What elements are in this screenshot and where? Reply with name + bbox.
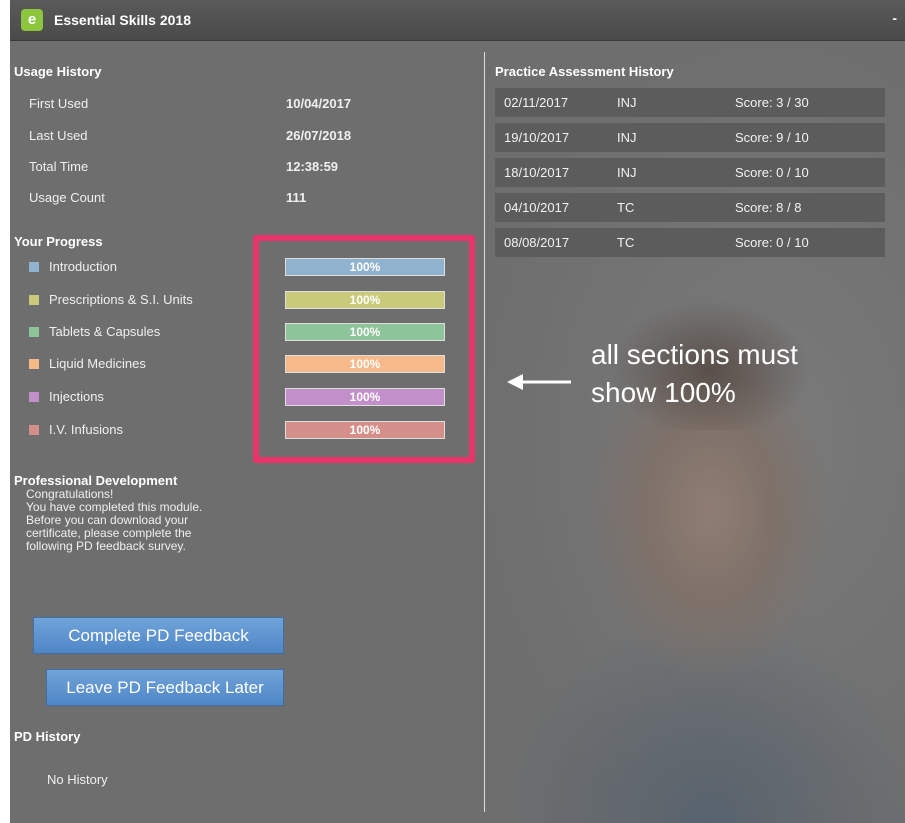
progress-color-swatch bbox=[29, 359, 39, 369]
assessment-date: 08/08/2017 bbox=[504, 235, 570, 250]
progress-label-liquid-medicines: Liquid Medicines bbox=[49, 356, 146, 371]
pd-message-line: following PD feedback survey. bbox=[26, 539, 186, 553]
progress-color-swatch bbox=[29, 295, 39, 305]
your-progress-title: Your Progress bbox=[14, 234, 103, 249]
pd-message: Congratulations! You have completed this… bbox=[26, 488, 286, 553]
assessment-date: 18/10/2017 bbox=[504, 165, 570, 180]
usage-label-total-time: Total Time bbox=[29, 159, 89, 174]
assessment-type: TC bbox=[617, 235, 635, 250]
usage-value-total-time: 12:38:59 bbox=[286, 159, 339, 174]
assessment-row: 08/08/2017 TC Score: 0 / 10 bbox=[495, 228, 885, 257]
progress-label-injections: Injections bbox=[49, 389, 104, 404]
assessment-row: 02/11/2017 INJ Score: 3 / 30 bbox=[495, 88, 885, 117]
assessment-score: Score: 0 / 10 bbox=[735, 165, 809, 180]
progress-label-tablets-capsules: Tablets & Capsules bbox=[49, 324, 161, 339]
progress-label-iv-infusions: I.V. Infusions bbox=[49, 422, 123, 437]
app-window: e Essential Skills 2018 - Usage History … bbox=[10, 0, 905, 823]
assessment-date: 19/10/2017 bbox=[504, 130, 570, 145]
usage-label-last-used: Last Used bbox=[29, 128, 88, 143]
assessment-type: TC bbox=[617, 200, 635, 215]
professional-development-title: Professional Development bbox=[14, 473, 178, 488]
annotation-arrow-icon bbox=[507, 374, 571, 390]
progress-color-swatch bbox=[29, 425, 39, 435]
assessment-row: 04/10/2017 TC Score: 8 / 8 bbox=[495, 193, 885, 222]
assessment-score: Score: 9 / 10 bbox=[735, 130, 809, 145]
usage-value-first-used: 10/04/2017 bbox=[286, 96, 352, 111]
progress-color-swatch bbox=[29, 392, 39, 402]
usage-history-title: Usage History bbox=[14, 64, 102, 79]
usage-label-usage-count: Usage Count bbox=[29, 190, 105, 205]
usage-label-first-used: First Used bbox=[29, 96, 89, 111]
assessment-date: 04/10/2017 bbox=[504, 200, 570, 215]
app-logo-icon: e bbox=[21, 9, 43, 31]
assessment-type: INJ bbox=[617, 130, 637, 145]
progress-color-swatch bbox=[29, 262, 39, 272]
annotation-line: show 100% bbox=[591, 377, 736, 408]
progress-label-introduction: Introduction bbox=[49, 259, 117, 274]
usage-value-usage-count: 111 bbox=[286, 190, 307, 205]
assessment-score: Score: 0 / 10 bbox=[735, 235, 809, 250]
progress-label-prescriptions: Prescriptions & S.I. Units bbox=[49, 292, 193, 307]
assessment-score: Score: 8 / 8 bbox=[735, 200, 802, 215]
pd-history-empty: No History bbox=[47, 772, 108, 787]
complete-pd-feedback-button[interactable]: Complete PD Feedback bbox=[33, 617, 284, 654]
title-bar: e Essential Skills 2018 - bbox=[10, 0, 905, 41]
assessment-row: 19/10/2017 INJ Score: 9 / 10 bbox=[495, 123, 885, 152]
assessment-row: 18/10/2017 INJ Score: 0 / 10 bbox=[495, 158, 885, 187]
annotation-highlight-box bbox=[253, 235, 475, 463]
minimize-button[interactable]: - bbox=[892, 10, 897, 26]
assessment-score: Score: 3 / 30 bbox=[735, 95, 809, 110]
assessment-date: 02/11/2017 bbox=[504, 95, 569, 110]
usage-value-last-used: 26/07/2018 bbox=[286, 128, 352, 143]
assessment-type: INJ bbox=[617, 95, 637, 110]
progress-color-swatch bbox=[29, 327, 39, 337]
pd-history-title: PD History bbox=[14, 729, 81, 744]
annotation-line: all sections must bbox=[591, 339, 798, 370]
assessment-type: INJ bbox=[617, 165, 637, 180]
annotation-text: all sections must show 100% bbox=[591, 336, 891, 412]
panel-divider bbox=[484, 52, 485, 812]
assessment-history-title: Practice Assessment History bbox=[495, 64, 674, 79]
window-title: Essential Skills 2018 bbox=[54, 12, 191, 28]
leave-pd-feedback-later-button[interactable]: Leave PD Feedback Later bbox=[46, 669, 284, 706]
